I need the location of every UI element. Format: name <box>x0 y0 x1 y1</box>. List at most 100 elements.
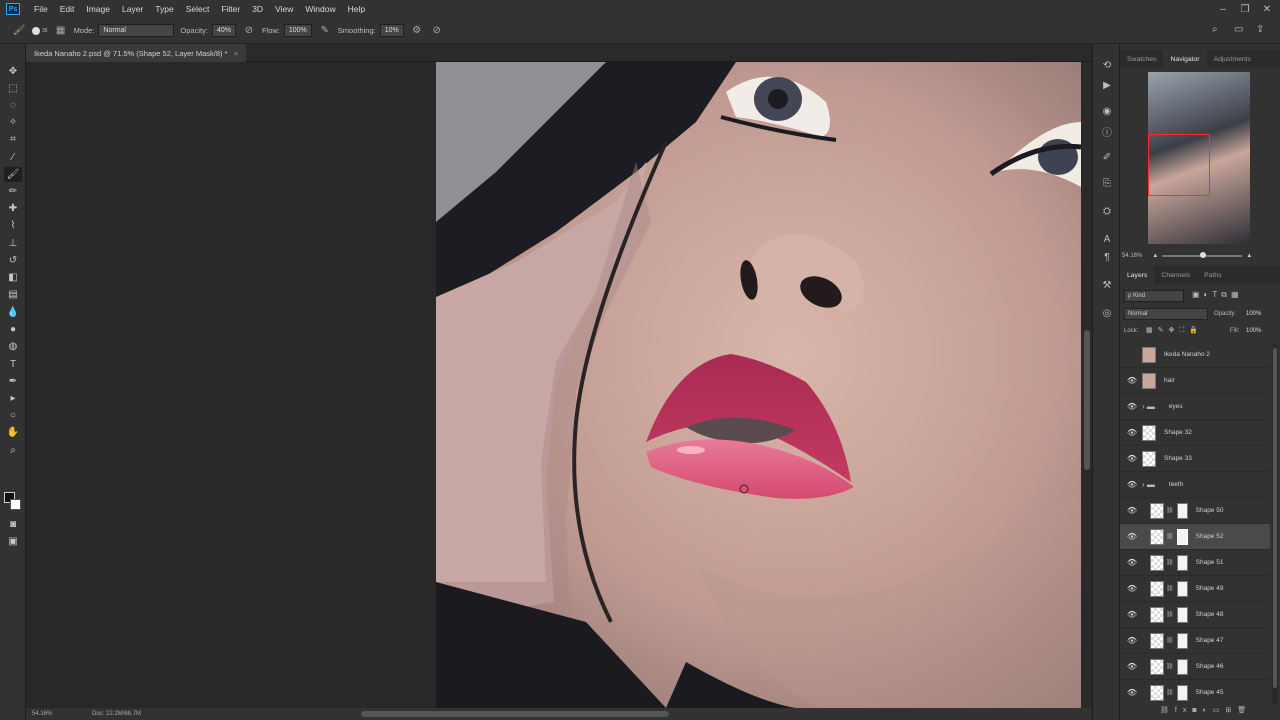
link-icon[interactable]: ⛓ <box>1166 689 1174 696</box>
eyedropper-icon[interactable]: ⁄ <box>4 150 22 165</box>
blend-mode-select[interactable]: Normal <box>1124 308 1208 320</box>
history-icon[interactable]: ⟲ <box>1099 58 1115 72</box>
zoom-tool-icon[interactable]: ⌕ <box>4 443 22 458</box>
layer-thumbnail[interactable] <box>1150 684 1164 701</box>
layer-name[interactable]: Shape 33 <box>1164 455 1192 462</box>
zoom-out-icon[interactable]: ▲ <box>1152 253 1158 259</box>
menu-select[interactable]: Select <box>180 4 216 14</box>
visibility-eye-icon[interactable]: 👁 <box>1126 402 1138 412</box>
marquee-tool-icon[interactable]: ⬚ <box>4 81 22 96</box>
link-icon[interactable]: ⛓ <box>1166 663 1174 670</box>
layer-row[interactable]: 👁 Shape 33 <box>1120 446 1270 472</box>
layer-row[interactable]: 👁 ⛓ Shape 49 <box>1120 576 1270 602</box>
flow-field[interactable]: 100% <box>283 24 312 37</box>
visibility-eye-icon[interactable]: 👁 <box>1126 662 1138 672</box>
lock-icons[interactable]: ▦✎✥⛶🔒 <box>1146 326 1203 335</box>
menu-help[interactable]: Help <box>342 4 371 14</box>
menu-3d[interactable]: 3D <box>246 4 269 14</box>
menu-file[interactable]: File <box>28 4 54 14</box>
smoothing-field[interactable]: 10% <box>379 24 404 37</box>
layer-name[interactable]: Shape 47 <box>1196 637 1224 644</box>
zoom-in-icon[interactable]: ▲ <box>1246 253 1252 259</box>
history-brush-icon[interactable]: ↺ <box>4 253 22 268</box>
path-select-icon[interactable]: ▸ <box>4 391 22 406</box>
layer-opacity-field[interactable]: 100% <box>1246 311 1261 317</box>
layer-row[interactable]: 👁 › ▬ eyes <box>1120 394 1270 420</box>
stamp-tool-icon[interactable]: ⊥ <box>4 236 22 251</box>
tab-channels[interactable]: Channels <box>1154 266 1197 284</box>
tab-adjustments[interactable]: Adjustments <box>1207 50 1258 68</box>
gradient-tool-icon[interactable]: ▤ <box>4 287 22 302</box>
menu-filter[interactable]: Filter <box>215 4 246 14</box>
layer-name[interactable]: eyes <box>1169 403 1183 410</box>
search-icon[interactable]: ⌕ <box>1212 24 1224 36</box>
folder-icon[interactable]: › ▬ <box>1142 480 1155 489</box>
visibility-eye-icon[interactable]: 👁 <box>1126 532 1138 542</box>
link-icon[interactable]: ⛓ <box>1166 637 1174 644</box>
layer-name[interactable]: Shape 50 <box>1196 507 1224 514</box>
tab-paths[interactable]: Paths <box>1197 266 1228 284</box>
link-icon[interactable]: ⛓ <box>1166 585 1174 592</box>
visibility-eye-icon[interactable]: 👁 <box>1126 558 1138 568</box>
hand-tool-icon[interactable]: ✋ <box>4 425 22 440</box>
visibility-eye-icon[interactable]: 👁 <box>1126 480 1138 490</box>
type-tool-icon[interactable]: T <box>4 357 22 372</box>
mixer-brush-icon[interactable]: ⌇ <box>4 218 22 233</box>
layer-mask-thumbnail[interactable] <box>1176 528 1188 545</box>
layer-name[interactable]: Shape 48 <box>1196 611 1224 618</box>
pen-tool-icon[interactable]: ✒ <box>4 374 22 389</box>
zoom-readout[interactable]: 54.16% <box>32 711 72 717</box>
brushes-icon[interactable]: ✐ <box>1099 150 1115 164</box>
horizontal-scrollbar[interactable] <box>361 711 669 717</box>
layer-thumbnail[interactable] <box>1142 450 1156 467</box>
link-icon[interactable]: ⛓ <box>1166 533 1174 540</box>
layer-thumbnail[interactable] <box>1142 346 1156 363</box>
visibility-eye-icon[interactable]: 👁 <box>1126 506 1138 516</box>
pencil-tool-icon[interactable]: ✏ <box>4 184 22 199</box>
type-panel-icon[interactable]: A <box>1099 232 1115 246</box>
visibility-eye-icon[interactable]: 👁 <box>1126 610 1138 620</box>
actions-icon[interactable]: ▶ <box>1099 78 1115 92</box>
eraser-tool-icon[interactable]: ◧ <box>4 270 22 285</box>
dodge-tool-icon[interactable]: ● <box>4 322 22 337</box>
gear-icon[interactable]: ⚙ <box>410 24 424 38</box>
layer-thumbnail[interactable] <box>1142 424 1156 441</box>
layer-mask-thumbnail[interactable] <box>1176 502 1188 519</box>
menu-image[interactable]: Image <box>80 4 116 14</box>
screen-mode-icon[interactable]: ▣ <box>4 534 22 549</box>
layer-row[interactable]: 👁 Shape 32 <box>1120 420 1270 446</box>
visibility-eye-icon[interactable]: 👁 <box>1126 376 1138 386</box>
character-icon[interactable]: ⛭ <box>1099 204 1115 218</box>
sponge-tool-icon[interactable]: ◍ <box>4 339 22 354</box>
minimize-icon[interactable]: – <box>1212 0 1234 18</box>
mode-select[interactable]: Normal <box>98 24 175 37</box>
layer-name[interactable]: Shape 49 <box>1196 585 1224 592</box>
layers-scrollbar[interactable] <box>1272 344 1278 704</box>
tab-swatches[interactable]: Swatches <box>1120 50 1163 68</box>
move-tool-icon[interactable]: ✥ <box>4 64 22 79</box>
3d-icon[interactable]: ◎ <box>1099 306 1115 320</box>
layer-actions-bar[interactable]: ⛓fx◙◐▭⊞🗑 <box>1160 706 1270 718</box>
link-icon[interactable]: ⛓ <box>1166 507 1174 514</box>
navigator-zoom-value[interactable]: 54.16% <box>1122 253 1142 259</box>
share-icon[interactable]: ⇪ <box>1256 24 1268 36</box>
info-icon[interactable]: ⓘ <box>1099 124 1115 139</box>
layer-row[interactable]: 👁 hair <box>1120 368 1270 394</box>
airbrush-icon[interactable]: ✎ <box>318 24 332 38</box>
layer-name[interactable]: Shape 51 <box>1196 559 1224 566</box>
background-color-swatch[interactable] <box>10 499 21 510</box>
quick-mask-icon[interactable]: ◙ <box>4 517 22 532</box>
layer-row[interactable]: 👁 ⛓ Shape 50 <box>1120 498 1270 524</box>
layer-row[interactable]: 👁 ⛓ Shape 48 <box>1120 602 1270 628</box>
visibility-eye-icon[interactable] <box>1126 350 1138 360</box>
visibility-eye-icon[interactable]: 👁 <box>1126 454 1138 464</box>
layer-name[interactable]: hair <box>1164 377 1175 384</box>
restore-icon[interactable]: ❐ <box>1234 0 1256 18</box>
layer-thumbnail[interactable] <box>1150 632 1164 649</box>
layer-row[interactable]: 👁 ⛓ Shape 46 <box>1120 654 1270 680</box>
zoom-slider[interactable] <box>1162 252 1243 258</box>
tool-presets-icon[interactable]: ⚒ <box>1099 278 1115 292</box>
layer-thumbnail[interactable] <box>1150 554 1164 571</box>
paragraph-icon[interactable]: ¶ <box>1099 250 1115 264</box>
doc-size[interactable]: Doc: 22.2M/68.7M <box>92 711 141 717</box>
